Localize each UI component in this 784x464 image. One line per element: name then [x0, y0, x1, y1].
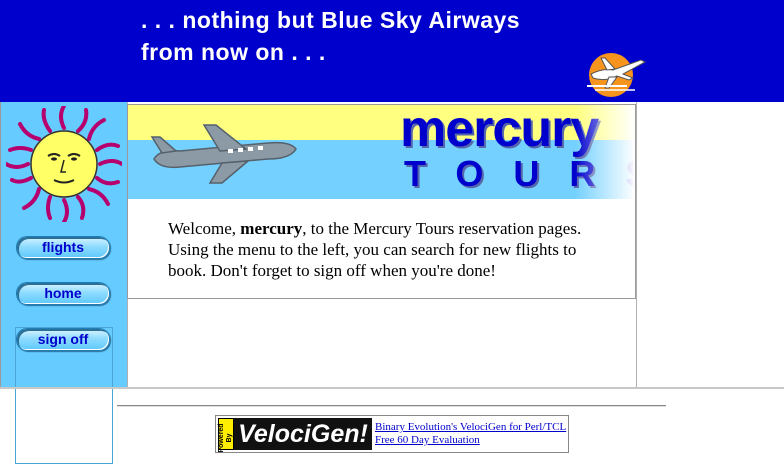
powered-by-tab: Powered By: [218, 418, 234, 453]
airplane-over-sun-icon: [587, 53, 647, 97]
banner-line-2: from now on . . .: [141, 39, 326, 65]
airplane-icon: [150, 124, 297, 184]
velocigen-links: Binary Evolution's VelociGen for Perl/TC…: [375, 421, 566, 447]
velocigen-product-link[interactable]: Binary Evolution's VelociGen for Perl/TC…: [375, 421, 566, 434]
sign-off-button[interactable]: sign off: [16, 328, 110, 351]
sun-face-icon: [6, 106, 122, 222]
velocigen-logo[interactable]: VelociGen!: [234, 418, 372, 450]
brand-title: mercury: [400, 105, 599, 158]
hero-banner: mercury TOURS: [128, 105, 635, 199]
top-banner: . . . nothing but Blue Sky Airways from …: [0, 0, 784, 102]
footer-divider: [117, 405, 666, 407]
banner-slogan: . . . nothing but Blue Sky Airways from …: [141, 4, 520, 68]
hero-fade: [575, 105, 635, 199]
banner-line-1: . . . nothing but Blue Sky Airways: [141, 7, 521, 33]
layout-bottom-border: [0, 387, 784, 389]
welcome-prefix: Welcome,: [168, 219, 241, 238]
flights-button[interactable]: flights: [16, 236, 110, 259]
velocigen-evaluation-link[interactable]: Free 60 Day Evaluation: [375, 434, 566, 447]
welcome-message: Welcome, mercury, to the Mercury Tours r…: [168, 218, 608, 281]
home-button[interactable]: home: [16, 282, 110, 305]
welcome-username: mercury: [240, 219, 303, 238]
velocigen-badge: Powered By VelociGen! Binary Evolution's…: [215, 415, 569, 453]
powered-by-label: Powered By: [218, 423, 233, 453]
